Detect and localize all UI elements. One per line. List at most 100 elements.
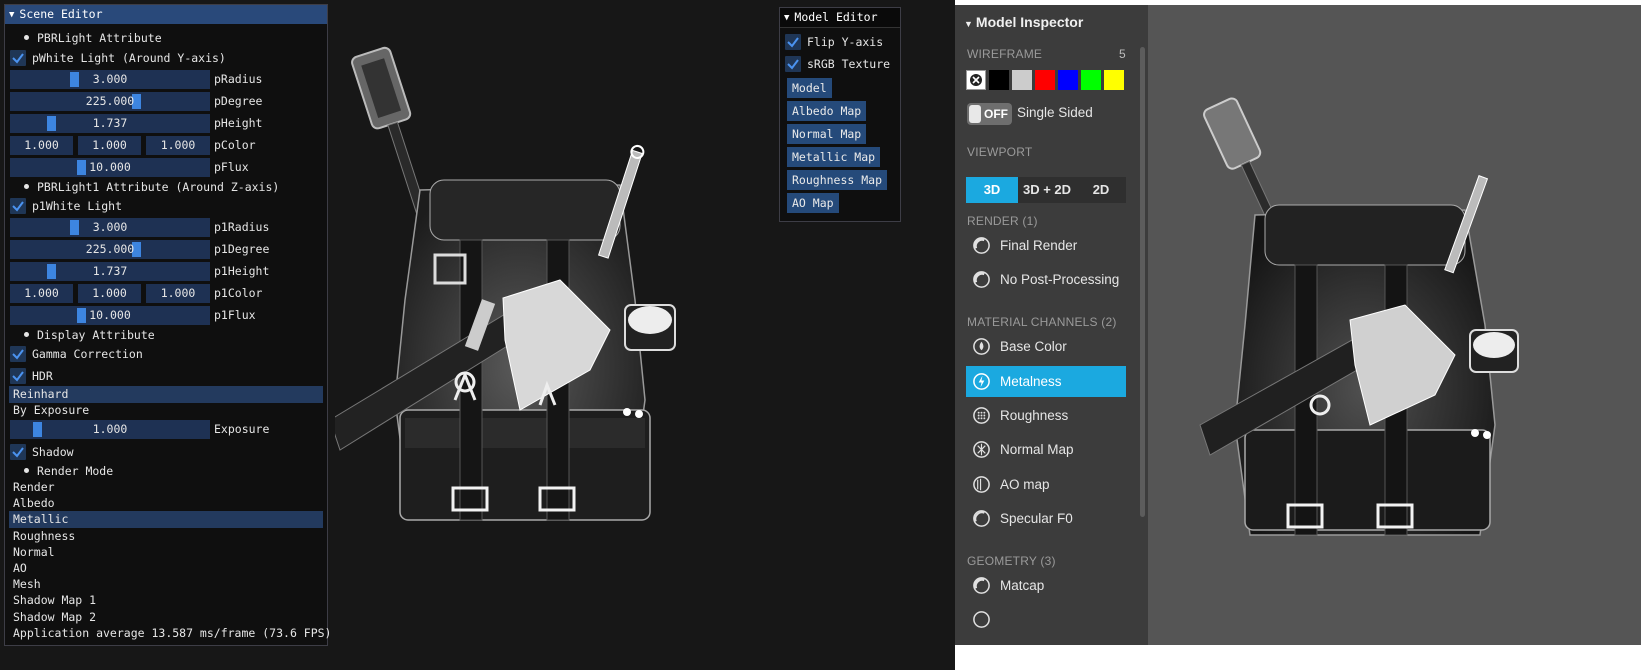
pwhite-light-checkbox[interactable]: pWhite Light (Around Y-axis) [5,48,327,68]
geometry-item-matcap[interactable]: Matcap [966,570,1126,601]
scene-viewport[interactable]: ▼ Scene Editor PBRLight Attribute pWhite … [0,0,955,670]
checkmark-icon[interactable] [10,198,26,214]
scene-editor-titlebar[interactable]: ▼ Scene Editor [5,5,327,24]
viewport-3d-2d-option[interactable]: 3D + 2D [1018,177,1076,203]
shadow-checkbox[interactable]: Shadow [5,442,327,462]
pflux-slider[interactable]: 10.000 [10,158,210,177]
pcolor-g-field[interactable]: 1.000 [78,136,141,155]
render-mode-metallic[interactable]: Metallic [9,511,323,528]
slider-grab[interactable] [47,264,56,279]
wireframe-color-green[interactable] [1081,70,1101,90]
caret-down-icon[interactable]: ▼ [964,19,973,29]
render-mode-ao[interactable]: AO [9,560,323,577]
material-item-base-color[interactable]: Base Color [966,331,1126,362]
viewport-section-label: VIEWPORT [967,145,1033,159]
render-mode-normal[interactable]: Normal [9,544,323,561]
slider-grab[interactable] [70,220,79,235]
pheight-slider[interactable]: 1.737 [10,114,210,133]
final-render-icon [973,237,990,254]
pbrlight1-attribute-header[interactable]: PBRLight1 Attribute (Around Z-axis) [5,177,327,197]
tonemap-option-reinhard[interactable]: Reinhard [9,386,323,403]
pcolor-b-field[interactable]: 1.000 [146,136,210,155]
wireframe-color-red[interactable] [1035,70,1055,90]
slider-grab[interactable] [77,308,86,323]
single-sided-toggle[interactable]: OFF [967,103,1012,125]
render-item-no-post-processing[interactable]: No Post-Processing [966,264,1126,295]
gamma-correction-checkbox[interactable]: Gamma Correction [5,344,327,364]
matcap-label: Matcap [1000,578,1045,593]
albedo-map-button[interactable]: Albedo Map [787,101,867,121]
ao-map-icon [973,476,990,493]
viewport-3d-option[interactable]: 3D [966,177,1018,203]
wireframe-color-yellow[interactable] [1104,70,1124,90]
exposure-slider[interactable]: 1.000 [10,420,210,439]
checkmark-icon[interactable] [785,56,801,72]
model-inspector-panel[interactable]: ▼ Model Inspector WIREFRAME 5 OFF Single … [955,5,1148,645]
p1radius-slider[interactable]: 3.000 [10,218,210,237]
checkmark-icon[interactable] [10,346,26,362]
srgb-texture-label: sRGB Texture [807,57,891,71]
hdr-checkbox[interactable]: HDR [5,366,327,386]
p1height-slider[interactable]: 1.737 [10,262,210,281]
render-mode-shadow-map-2[interactable]: Shadow Map 2 [9,609,323,626]
srgb-texture-checkbox[interactable]: sRGB Texture [780,54,900,74]
viewport-2d-option[interactable]: 2D [1076,177,1126,203]
render-mode-render[interactable]: Render [9,479,323,496]
p1color-r-field[interactable]: 1.000 [10,284,73,303]
render-item-final-render[interactable]: Final Render [966,230,1126,261]
material-item-roughness[interactable]: Roughness [966,400,1126,431]
slider-grab[interactable] [33,422,42,437]
material-item-ao-map[interactable]: AO map [966,469,1126,500]
wireframe-color-blue[interactable] [1058,70,1078,90]
render-mode-header[interactable]: Render Mode [5,461,327,481]
flip-y-axis-checkbox[interactable]: Flip Y-axis [780,32,900,52]
p1flux-label: p1Flux [214,308,256,322]
backpack-model-preview [1199,97,1519,536]
p1color-b-field[interactable]: 1.000 [146,284,210,303]
slider-grab[interactable] [77,160,86,175]
geometry-item-partial[interactable] [966,604,1126,635]
render-mode-mesh[interactable]: Mesh [9,576,323,593]
ao-map-button[interactable]: AO Map [787,193,839,213]
checkmark-icon[interactable] [10,368,26,384]
normal-map-button[interactable]: Normal Map [787,124,867,144]
p1degree-slider[interactable]: 225.000 [10,240,210,259]
material-item-metalness[interactable]: Metalness [966,366,1126,397]
pradius-slider[interactable]: 3.000 [10,70,210,89]
p1white-light-checkbox[interactable]: p1White Light [5,196,327,216]
pcolor-r-field[interactable]: 1.000 [10,136,73,155]
wireframe-color-black[interactable] [989,70,1009,90]
p1flux-slider[interactable]: 10.000 [10,306,210,325]
material-item-normal-map[interactable]: Normal Map [966,434,1126,465]
metallic-map-button[interactable]: Metallic Map [787,147,881,167]
model-button[interactable]: Model [787,78,832,98]
wireframe-off-swatch[interactable] [966,70,986,90]
wireframe-color-gray[interactable] [1012,70,1032,90]
bullet-icon [24,35,29,40]
display-attribute-header[interactable]: Display Attribute [5,325,327,345]
model-inspector-title[interactable]: ▼ Model Inspector [964,14,1083,30]
render-mode-albedo[interactable]: Albedo [9,495,323,512]
bullet-icon [24,468,29,473]
model-viewer-canvas[interactable] [1148,5,1641,645]
model-editor-window[interactable]: ▼ Model Editor Flip Y-axis sRGB Texture M… [779,7,901,222]
collapse-arrow-icon[interactable]: ▼ [9,6,14,25]
exposure-label: Exposure [214,422,270,436]
checkmark-icon[interactable] [10,444,26,460]
checkmark-icon[interactable] [10,50,26,66]
pdegree-slider[interactable]: 225.000 [10,92,210,111]
p1color-g-field[interactable]: 1.000 [78,284,141,303]
material-item-specular-f0[interactable]: Specular F0 [966,503,1126,534]
render-mode-roughness[interactable]: Roughness [9,528,323,545]
collapse-arrow-icon[interactable]: ▼ [784,9,789,28]
checkmark-icon[interactable] [785,34,801,50]
render-mode-shadow-map-1[interactable]: Shadow Map 1 [9,592,323,609]
roughness-map-button[interactable]: Roughness Map [787,170,888,190]
scene-editor-window[interactable]: ▼ Scene Editor PBRLight Attribute pWhite … [4,4,332,646]
inspector-scrollbar[interactable] [1140,47,1145,517]
tonemap-option-by-exposure[interactable]: By Exposure [9,402,323,419]
slider-grab[interactable] [47,116,56,131]
model-editor-titlebar[interactable]: ▼ Model Editor [780,8,900,28]
slider-grab[interactable] [70,72,79,87]
pbrlight-attribute-header[interactable]: PBRLight Attribute [5,28,327,48]
